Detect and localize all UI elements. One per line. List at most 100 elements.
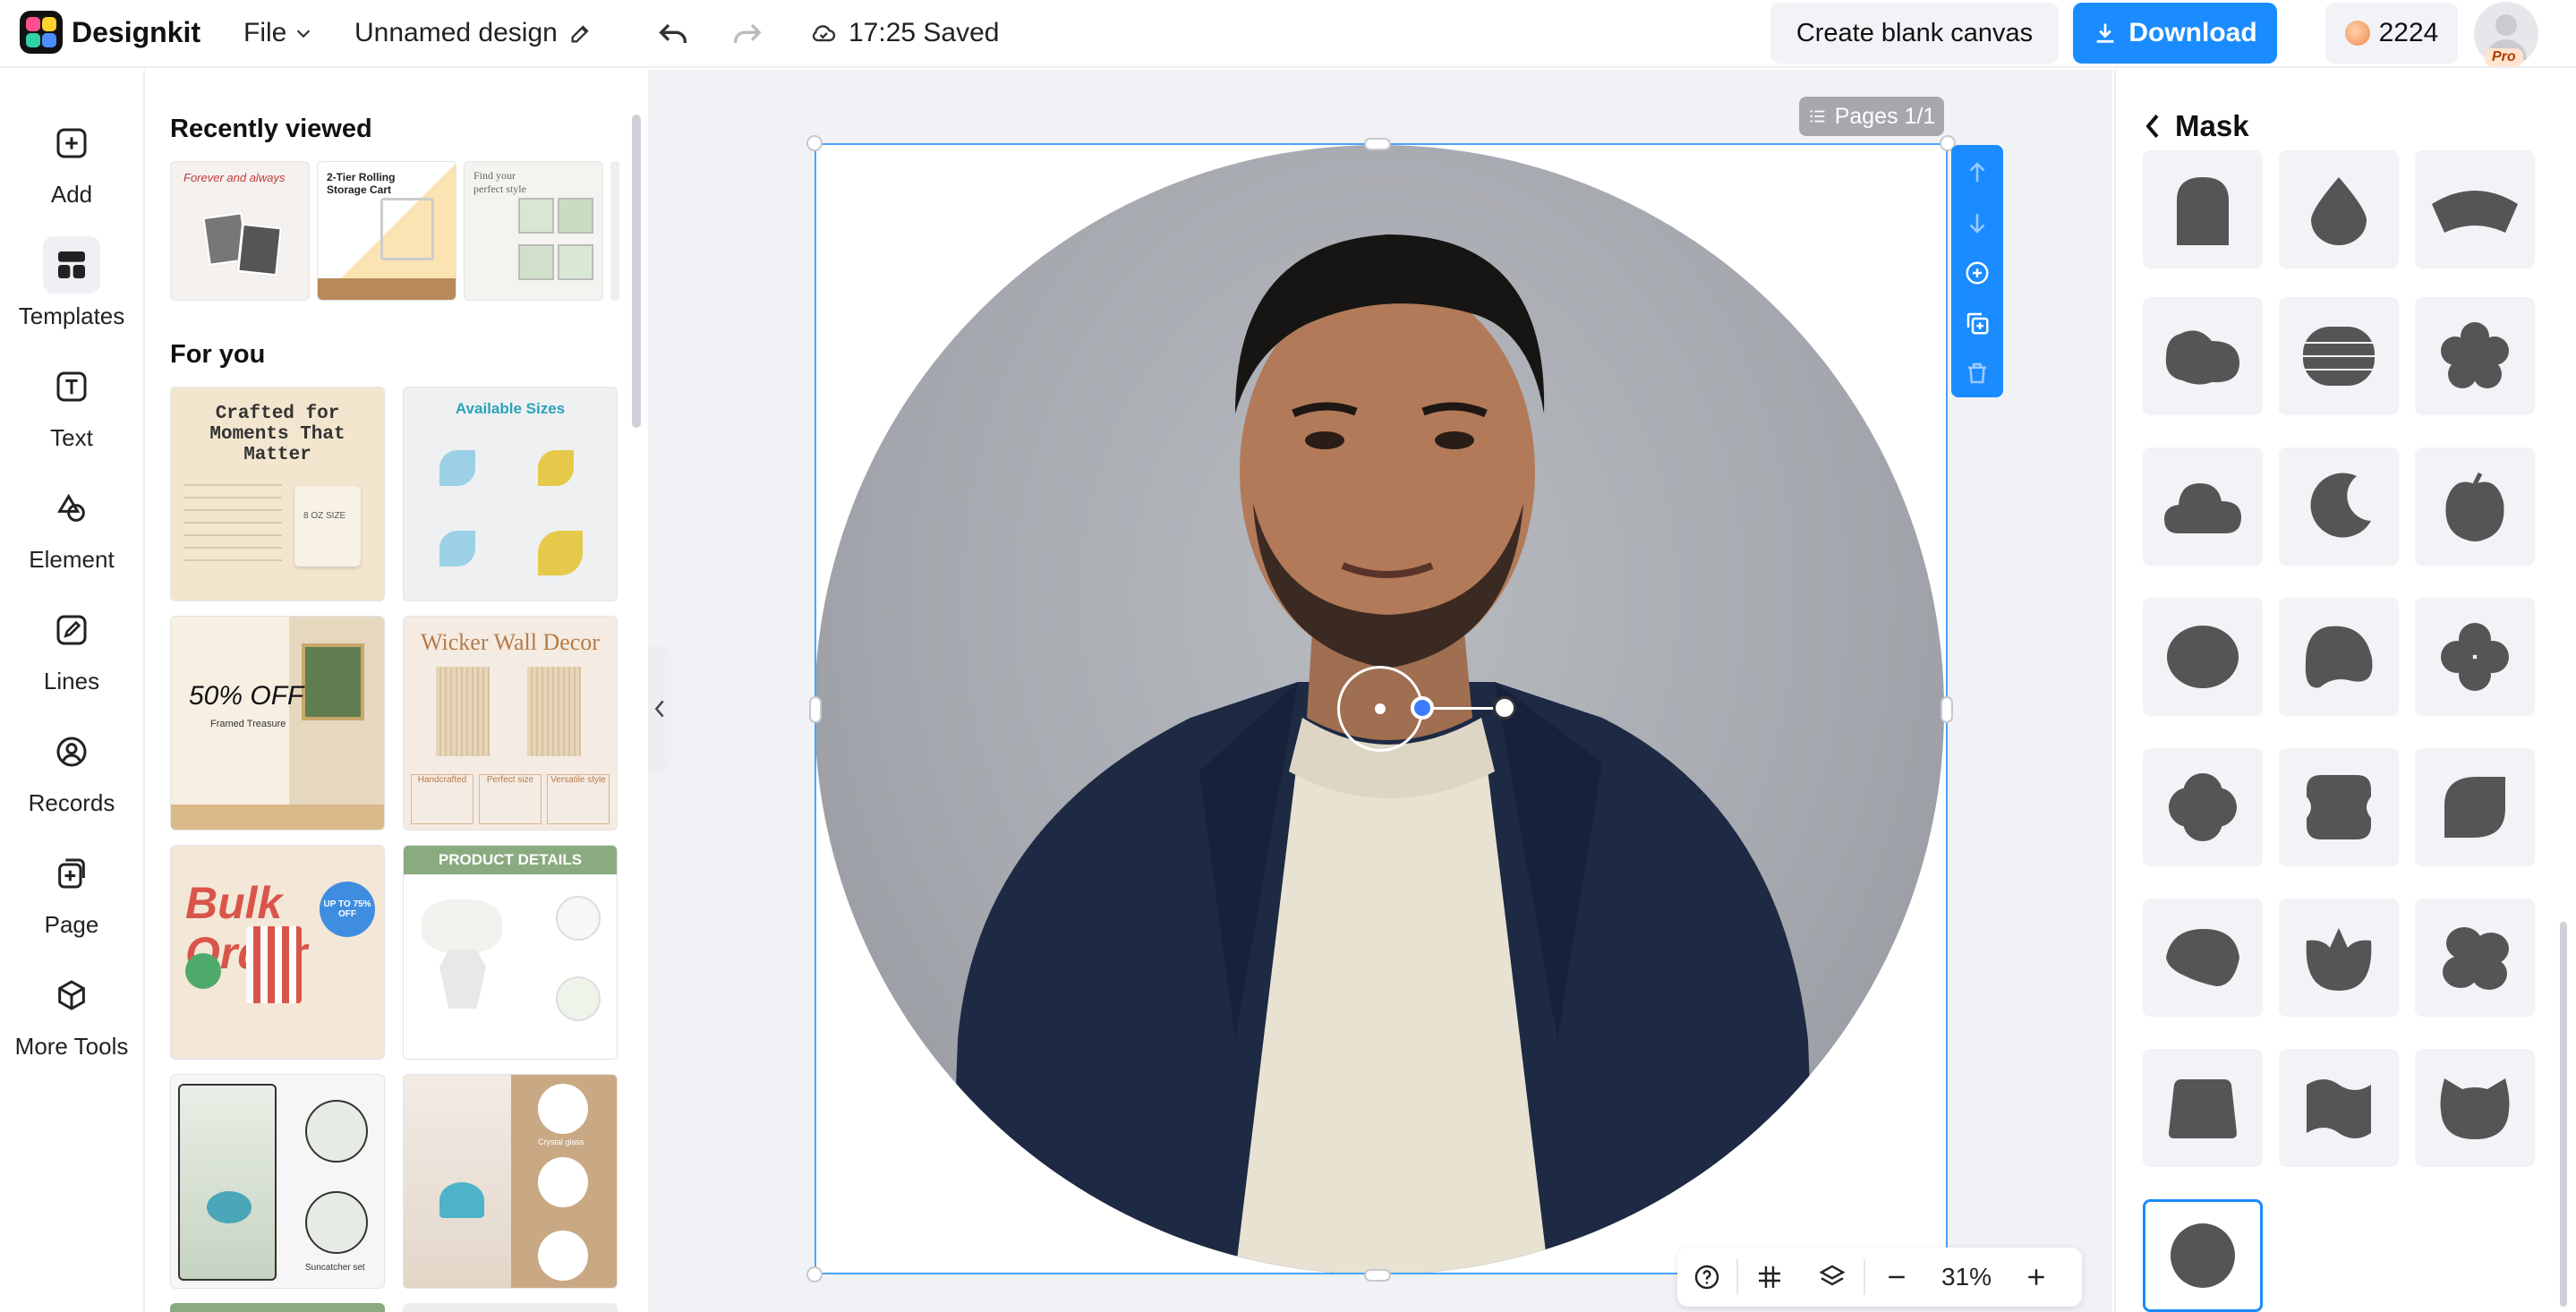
designkit-logo[interactable] — [20, 11, 63, 54]
download-icon — [2096, 23, 2114, 43]
mask-shape-rounded-square[interactable] — [2279, 748, 2399, 866]
resize-handle-bottom-left[interactable] — [806, 1266, 823, 1282]
template-card[interactable]: Wicker Wall Decor Handcrafted Perfect si… — [403, 616, 618, 831]
apple-shape-icon — [2445, 472, 2504, 541]
add-page-button[interactable] — [1959, 254, 1995, 292]
create-blank-canvas-button[interactable]: Create blank canvas — [1770, 3, 2059, 64]
tulip-shape-icon — [2306, 928, 2372, 991]
mask-shape-blob[interactable] — [2279, 598, 2399, 716]
mask-panel-scrollbar[interactable] — [2560, 922, 2567, 1307]
zoom-toolbar: 31% — [1677, 1248, 2082, 1307]
text-t-icon — [56, 371, 87, 402]
recent-caption: Forever and always — [183, 171, 286, 184]
chevron-down-icon — [297, 30, 311, 38]
panel-scrollbar[interactable] — [632, 115, 641, 428]
delete-page-button[interactable] — [1959, 354, 1995, 392]
mask-radius-knob[interactable] — [1411, 696, 1434, 720]
mask-shape-oval[interactable] — [2143, 598, 2263, 716]
rail-item-records[interactable]: Records — [0, 723, 143, 831]
mask-shape-drop[interactable] — [2279, 150, 2399, 268]
fan-shape-icon — [2432, 191, 2518, 233]
rounded-square-shape-icon — [2307, 775, 2371, 839]
grid-toggle-button[interactable] — [1738, 1248, 1801, 1307]
template-title: Wicker Wall Decor — [421, 629, 600, 655]
mask-shape-clover[interactable] — [2415, 598, 2535, 716]
mask-panel-header[interactable]: Mask — [2143, 109, 2249, 143]
template-title: Crystal glass — [538, 1137, 584, 1146]
mask-center-dot[interactable] — [1375, 703, 1386, 714]
help-button[interactable] — [1677, 1248, 1736, 1307]
file-menu[interactable]: File — [243, 18, 313, 48]
rail-item-more-tools[interactable]: More Tools — [0, 967, 143, 1074]
mask-shape-flower[interactable] — [2415, 297, 2535, 415]
top-bar: Designkit File Unnamed design 17:25 Save… — [0, 0, 2576, 68]
mask-shape-stack[interactable] — [2279, 297, 2399, 415]
rail-item-add[interactable]: Add — [0, 115, 143, 222]
mask-shape-petal-flower[interactable] — [2415, 899, 2535, 1017]
template-title: Available Sizes — [455, 400, 566, 417]
template-card[interactable]: Suncatcher set — [170, 1074, 385, 1289]
move-page-down-button[interactable] — [1959, 204, 1995, 242]
rail-label: Add — [50, 181, 93, 208]
rail-item-lines[interactable]: Lines — [0, 601, 143, 709]
credits-count: 2224 — [2378, 18, 2439, 47]
zoom-out-button[interactable] — [1865, 1248, 1928, 1307]
collapse-panel-button[interactable] — [648, 646, 671, 771]
duplicate-page-button[interactable] — [1959, 304, 1995, 342]
resize-handle-bottom[interactable] — [1364, 1269, 1391, 1282]
mask-shape-circle[interactable] — [2143, 1199, 2263, 1312]
mask-shape-cat[interactable] — [2415, 1049, 2535, 1167]
chevron-left-icon — [654, 700, 664, 718]
rail-item-page[interactable]: Page — [0, 845, 143, 952]
template-card[interactable]: Crystal glass — [403, 1074, 618, 1289]
resize-handle-left[interactable] — [809, 696, 822, 723]
template-card[interactable]: Available Sizes — [403, 387, 618, 601]
recent-template-1[interactable]: Forever and always — [170, 161, 310, 301]
mask-shape-tulip[interactable] — [2279, 899, 2399, 1017]
pen-icon — [56, 615, 87, 645]
mask-rotate-knob[interactable] — [1493, 696, 1516, 720]
recent-template-2[interactable]: 2-Tier Rolling Storage Cart — [317, 161, 456, 301]
mask-shape-leaf[interactable] — [2415, 748, 2535, 866]
template-card[interactable]: 50% OFF Framed Treasure — [170, 616, 385, 831]
move-page-up-button[interactable] — [1959, 154, 1995, 192]
recently-viewed-heading: Recently viewed — [170, 115, 372, 143]
mask-shape-fan[interactable] — [2415, 150, 2535, 268]
undo-icon[interactable] — [655, 16, 691, 52]
template-card[interactable]: PRODUCT DETAILS — [403, 845, 618, 1060]
download-button[interactable]: Download — [2073, 3, 2277, 64]
zoom-in-button[interactable] — [2005, 1248, 2068, 1307]
rail-item-templates[interactable]: Templates — [0, 236, 143, 344]
zoom-level[interactable]: 31% — [1928, 1248, 2005, 1307]
brand-name: Designkit — [72, 16, 201, 48]
mask-shape-arch[interactable] — [2143, 150, 2263, 268]
rail-item-text[interactable]: Text — [0, 358, 143, 465]
rail-item-element[interactable]: Element — [0, 480, 143, 587]
cat-shape-icon — [2440, 1078, 2510, 1139]
design-name[interactable]: Unnamed design — [354, 18, 593, 48]
edit-icon[interactable] — [568, 21, 593, 46]
drop-shape-icon — [2311, 177, 2367, 245]
resize-handle-top-left[interactable] — [806, 135, 823, 151]
pages-indicator[interactable]: Pages 1/1 — [1799, 97, 1944, 136]
mask-shape-cloud-blob[interactable] — [2143, 297, 2263, 415]
download-label: Download — [2128, 18, 2257, 47]
mask-shape-cloud[interactable] — [2143, 447, 2263, 566]
mask-shape-shell[interactable] — [2143, 899, 2263, 1017]
resize-handle-top[interactable] — [1364, 138, 1391, 150]
recent-template-3[interactable]: Find your perfect style — [464, 161, 603, 301]
save-status-text: 17:25 Saved — [849, 18, 1000, 47]
credits-button[interactable]: 2224 — [2325, 3, 2458, 64]
mask-shape-rounded-clover[interactable] — [2143, 748, 2263, 866]
layers-button[interactable] — [1801, 1248, 1864, 1307]
resize-handle-right[interactable] — [1941, 696, 1953, 723]
mask-shape-apple[interactable] — [2415, 447, 2535, 566]
mask-shape-flag[interactable] — [2279, 1049, 2399, 1167]
petal-flower-shape-icon — [2443, 927, 2509, 990]
template-card[interactable]: Crafted for Moments That Matter 8 OZ SIZ… — [170, 387, 385, 601]
mask-shape-trapezoid[interactable] — [2143, 1049, 2263, 1167]
template-card[interactable]: Bulk Order UP TO 75% OFF — [170, 845, 385, 1060]
recent-caption: 2-Tier Rolling Storage Cart — [327, 171, 396, 196]
redo-icon[interactable] — [729, 16, 765, 52]
mask-shape-moon[interactable] — [2279, 447, 2399, 566]
